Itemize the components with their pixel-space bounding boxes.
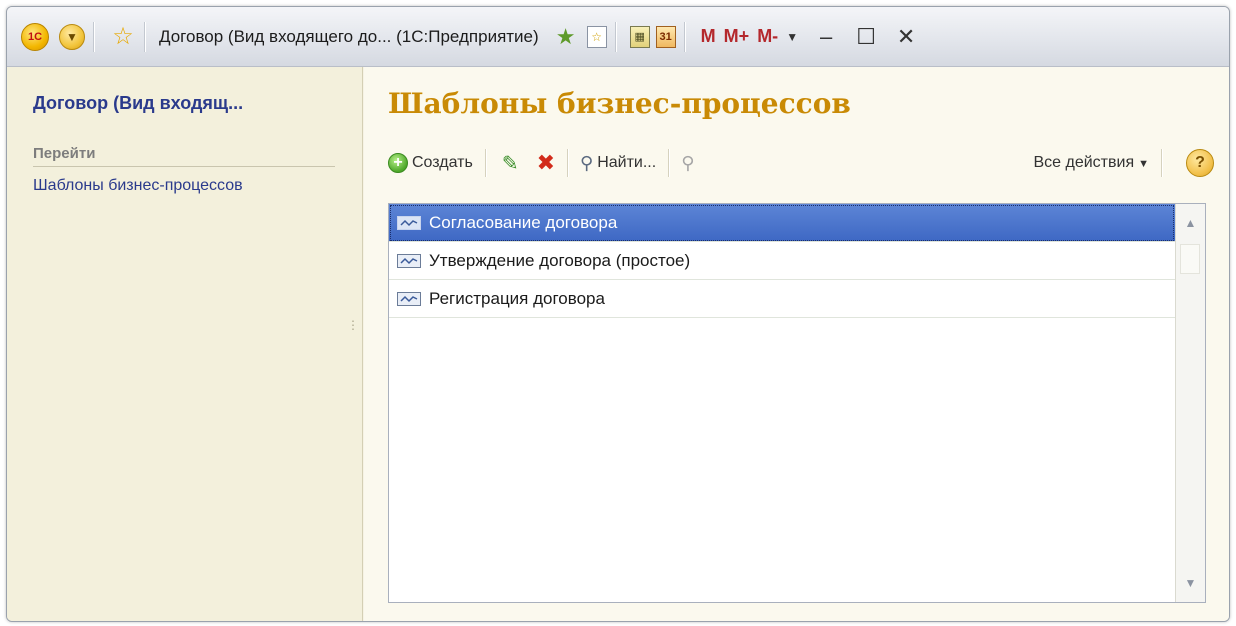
- list-item-label: Регистрация договора: [429, 288, 605, 308]
- business-process-icon: [397, 253, 421, 268]
- pencil-icon[interactable]: ✎: [502, 151, 519, 176]
- titlebar-separator: [93, 21, 94, 52]
- help-icon[interactable]: ?: [1186, 149, 1214, 177]
- vertical-scrollbar[interactable]: ▲ ▼: [1175, 204, 1205, 602]
- delete-icon[interactable]: ✖: [537, 150, 555, 176]
- chevron-down-icon[interactable]: ▼: [786, 30, 798, 44]
- 1c-logo-icon[interactable]: 1С: [21, 22, 49, 51]
- memory-minus-button[interactable]: M-: [757, 26, 778, 47]
- memory-plus-button[interactable]: M+: [724, 26, 750, 47]
- main-content: Шаблоны бизнес-процессов + Создать ✎ ✖ ⚲…: [364, 67, 1229, 621]
- panel-splitter-handle[interactable]: ⋮: [347, 317, 359, 367]
- list-item[interactable]: Регистрация договора: [389, 280, 1175, 318]
- page-title: Шаблоны бизнес-процессов: [388, 87, 851, 120]
- star-icon[interactable]: ☆: [110, 23, 136, 50]
- title-bar: 1С ▼ ☆ Договор (Вид входящего до... (1С:…: [7, 7, 1229, 67]
- chevron-down-icon: ▼: [1138, 158, 1149, 170]
- list-item[interactable]: Утверждение договора (простое): [389, 242, 1175, 280]
- toolbar-separator: [668, 149, 670, 177]
- list-item-label: Утверждение договора (простое): [429, 250, 691, 270]
- maximize-button[interactable]: ☐: [854, 24, 878, 50]
- add-favorites-icon[interactable]: ★: [553, 24, 579, 50]
- nav-section-heading: Перейти: [33, 145, 335, 167]
- nav-title: Договор (Вид входящ...: [33, 93, 244, 113]
- app-window: 1С ▼ ☆ Договор (Вид входящего до... (1С:…: [6, 6, 1230, 622]
- list-rows: Согласование договора Утверждение догово…: [389, 204, 1175, 318]
- all-actions-label: Все действия: [1033, 154, 1135, 171]
- toolbar-separator: [567, 149, 569, 177]
- create-button-label: Создать: [412, 154, 473, 171]
- templates-list[interactable]: Согласование договора Утверждение догово…: [388, 203, 1206, 603]
- business-process-icon: [397, 215, 421, 230]
- window-title: Договор (Вид входящего до... (1С:Предпри…: [159, 26, 539, 46]
- calculator-icon[interactable]: ▦: [629, 25, 650, 48]
- minimize-button[interactable]: –: [814, 24, 838, 50]
- all-actions-menu[interactable]: Все действия ▼: [1033, 154, 1149, 172]
- list-item-label: Согласование договора: [429, 212, 618, 232]
- navigation-panel: Договор (Вид входящ... Перейти Шаблоны б…: [7, 67, 363, 621]
- toolbar: + Создать ✎ ✖ ⚲ Найти... ⚲ Все действия ▼…: [388, 145, 1214, 181]
- scroll-up-icon[interactable]: ▲: [1176, 208, 1205, 238]
- clear-search-icon[interactable]: ⚲: [681, 153, 694, 174]
- find-button-label: Найти...: [597, 154, 657, 171]
- memory-m-button[interactable]: M: [701, 26, 716, 47]
- find-button[interactable]: ⚲ Найти...: [580, 153, 656, 174]
- titlebar-separator: [614, 21, 616, 52]
- favorites-doc-icon[interactable]: ☆: [586, 25, 607, 48]
- scroll-thumb[interactable]: [1180, 244, 1200, 274]
- scroll-down-icon[interactable]: ▼: [1176, 568, 1205, 598]
- close-button[interactable]: ✕: [894, 24, 918, 50]
- calendar-icon[interactable]: 31: [655, 25, 676, 48]
- toolbar-separator: [1161, 149, 1162, 177]
- titlebar-separator: [683, 21, 685, 52]
- main-menu-icon[interactable]: ▼: [59, 23, 85, 50]
- business-process-icon: [397, 291, 421, 306]
- magnifier-icon: ⚲: [580, 152, 594, 173]
- create-button[interactable]: + Создать: [388, 153, 473, 173]
- plus-icon: +: [388, 153, 408, 173]
- titlebar-separator: [144, 21, 145, 52]
- toolbar-separator: [484, 149, 486, 177]
- list-item[interactable]: Согласование договора: [389, 204, 1175, 242]
- nav-link-bp-templates[interactable]: Шаблоны бизнес-процессов: [33, 177, 243, 195]
